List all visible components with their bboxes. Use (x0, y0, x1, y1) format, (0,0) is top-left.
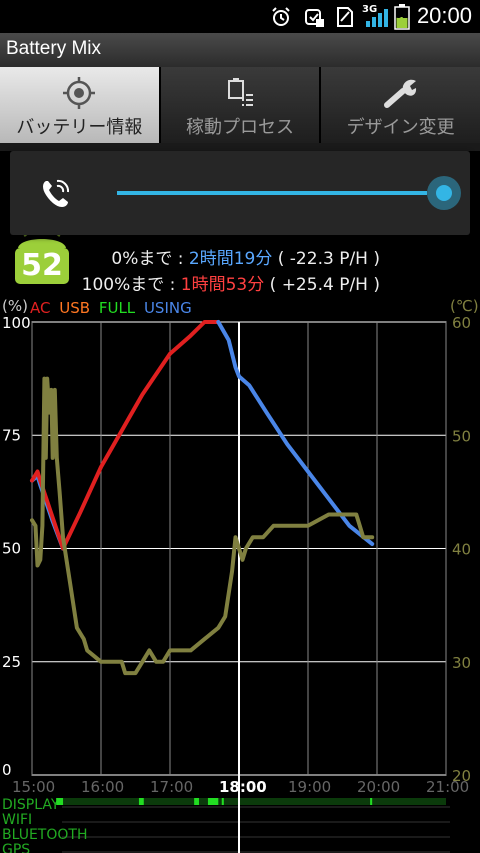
x-tick-label: 16:00 (81, 778, 124, 796)
display-on-segment (194, 798, 199, 805)
y-tick-label: 100 (2, 314, 31, 332)
temp-tick-label: 60 (452, 314, 471, 332)
y-axis-label: (%) (2, 297, 28, 315)
y-tick-label: 50 (2, 540, 21, 558)
display-on-segment (138, 798, 144, 805)
temp-tick-label: 30 (452, 654, 471, 672)
display-on-segment (207, 798, 219, 805)
timeline-row-label: GPS (2, 842, 30, 853)
timeline-row-label: DISPLAY (2, 797, 60, 813)
battery-history-chart: (%) (℃)0255075100203040506015:00 16:00 17:0… (2, 297, 479, 853)
temp-tick-label: 50 (452, 427, 471, 445)
display-timeline-base (62, 798, 446, 805)
y-tick-label: 0 (2, 761, 12, 779)
x-tick-label: 17:00 (150, 778, 193, 796)
temp-tick-label: 40 (452, 541, 471, 559)
temp-axis-label: (℃) (450, 297, 479, 315)
x-tick-label: 21:00 (426, 778, 469, 796)
display-on-segment (221, 798, 224, 805)
display-on-segment (370, 798, 373, 805)
y-tick-label: 75 (2, 426, 21, 444)
display-on-segment (56, 798, 64, 805)
series-line-using (216, 320, 375, 546)
timeline-row-label: WIFI (2, 812, 32, 828)
x-tick-label: 15:00 (12, 778, 55, 796)
y-tick-label: 25 (2, 653, 21, 671)
series-line-temperature (30, 376, 375, 676)
x-tick-label: 19:00 (288, 778, 331, 796)
x-tick-label: 18:00 (219, 778, 267, 796)
x-tick-label: 20:00 (357, 778, 400, 796)
timeline-row-label: BLUETOOTH (2, 827, 87, 843)
